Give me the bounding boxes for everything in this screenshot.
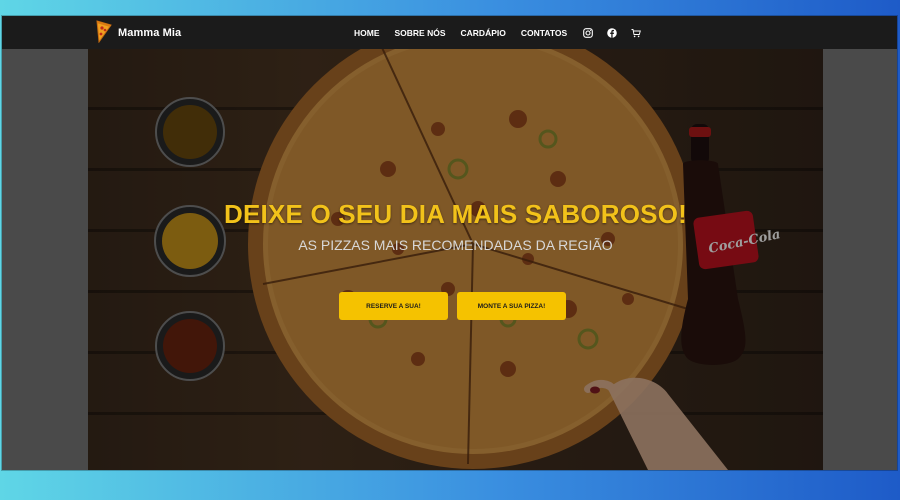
brand-name: Mamma Mia	[118, 27, 182, 39]
browser-frame: Mamma Mia HOME SOBRE NÓS CARDÁPIO CONTAT…	[2, 16, 897, 470]
reserve-button[interactable]: RESERVE A SUA!	[339, 292, 448, 320]
nav-menu: HOME SOBRE NÓS CARDÁPIO CONTATOS	[354, 16, 654, 49]
nav-cardapio[interactable]: CARDÁPIO	[461, 28, 506, 38]
hero-side-right	[823, 49, 897, 470]
pizza-slice-icon	[94, 19, 114, 48]
hero-headline: DEIXE O SEU DIA MAIS SABOROSO!	[224, 199, 687, 229]
hero-side-left	[2, 49, 88, 470]
nav-contatos[interactable]: CONTATOS	[521, 28, 567, 38]
instagram-icon[interactable]	[582, 27, 593, 38]
nav-sobre-nos[interactable]: SOBRE NÓS	[395, 28, 446, 38]
cart-icon[interactable]	[630, 27, 641, 38]
navbar: Mamma Mia HOME SOBRE NÓS CARDÁPIO CONTAT…	[2, 16, 897, 49]
hero-overlay	[88, 49, 823, 470]
brand[interactable]: Mamma Mia	[94, 19, 182, 48]
hero-banner: Coca-Cola DEIXE O SEU DIA MAIS SABOROSO!…	[88, 49, 823, 470]
build-pizza-button[interactable]: MONTE A SUA PIZZA!	[457, 292, 566, 320]
nav-home[interactable]: HOME	[354, 28, 380, 38]
hero-subheadline: AS PIZZAS MAIS RECOMENDADAS DA REGIÃO	[298, 237, 613, 253]
facebook-icon[interactable]	[606, 27, 617, 38]
